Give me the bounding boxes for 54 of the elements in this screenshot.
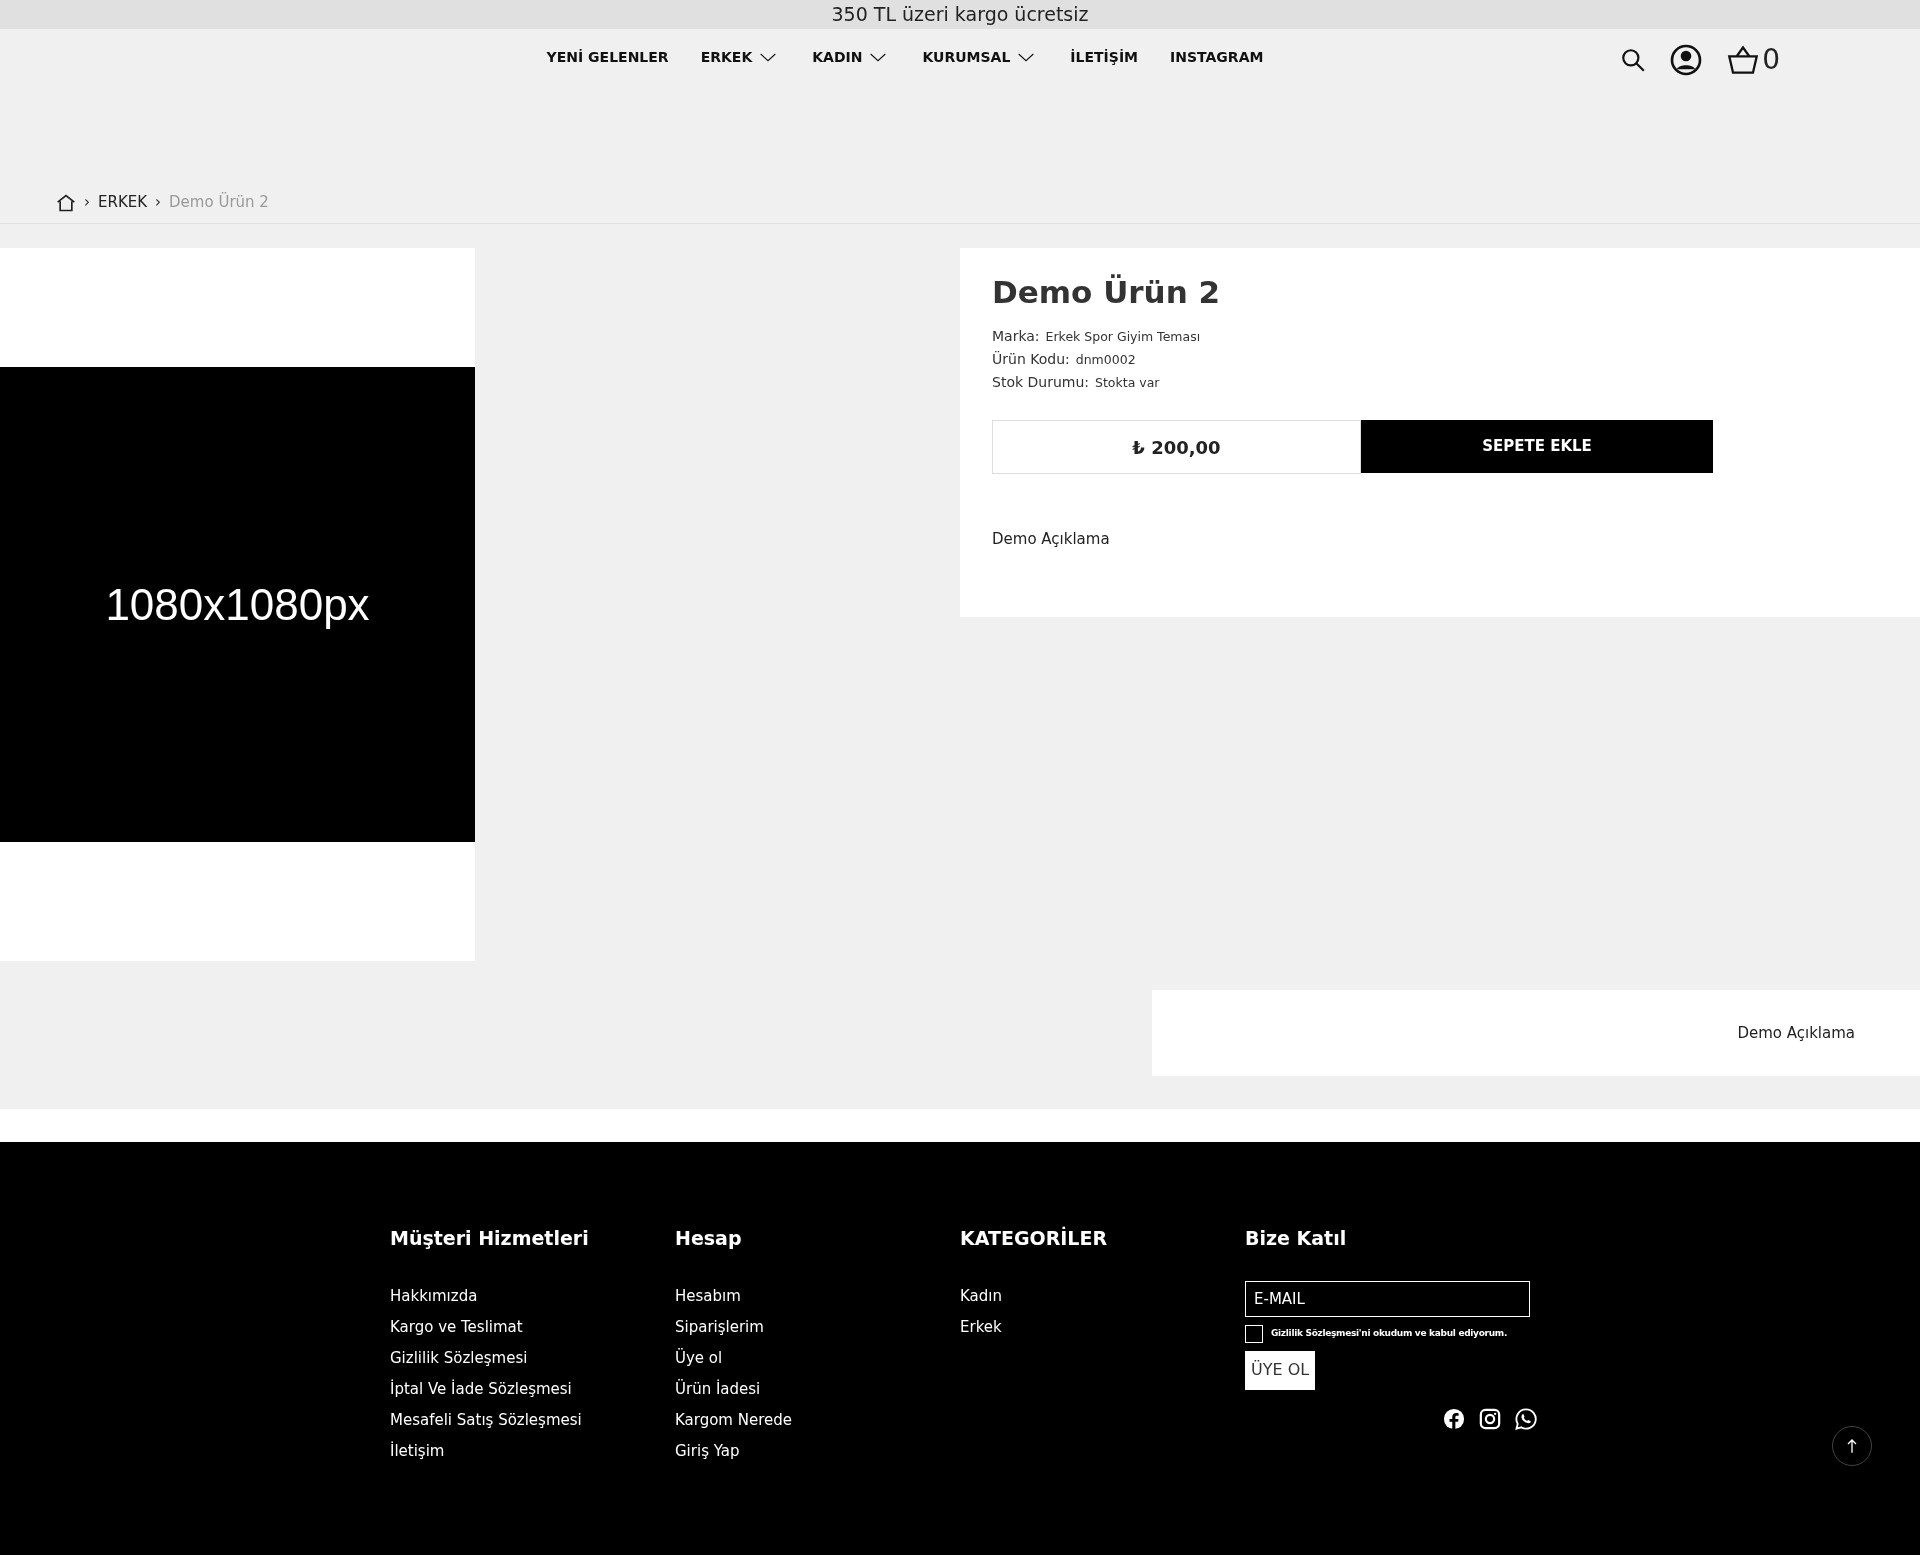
footer-link[interactable]: Gizlilik Sözleşmesi [390, 1342, 675, 1374]
breadcrumb-separator: › [155, 191, 162, 213]
nav-link[interactable]: ERKEK [700, 47, 781, 68]
cart-count: 0 [1762, 42, 1780, 78]
spec-label: Marka: [992, 328, 1040, 345]
product-title: Demo Ürün 2 [992, 274, 1222, 312]
footer-heading: Hesap [675, 1226, 743, 1251]
subscribe-button[interactable]: ÜYE OL [1245, 1350, 1316, 1390]
email-field[interactable]: E-MAIL [1245, 1280, 1530, 1317]
footer-link[interactable]: Kargo ve Teslimat [390, 1311, 675, 1343]
add-to-cart-button[interactable]: SEPETE EKLE [1361, 420, 1713, 474]
footer-heading: Bize Katıl [1245, 1226, 1348, 1251]
footer-link[interactable]: Ürün İadesi [675, 1373, 960, 1405]
search-icon[interactable] [1620, 47, 1647, 73]
basket-icon[interactable] [1726, 45, 1761, 75]
footer-link[interactable]: Siparişlerim [675, 1311, 960, 1343]
footer-link[interactable]: Hakkımızda [390, 1280, 675, 1312]
footer-heading: KATEGORİLER [960, 1225, 1109, 1251]
footer-link[interactable]: Kadın [960, 1280, 1245, 1312]
user-icon[interactable] [1670, 44, 1703, 76]
home-icon[interactable] [56, 193, 76, 213]
footer-link[interactable]: Kargom Nerede [675, 1404, 960, 1436]
product-description: Demo Açıklama [992, 529, 1111, 551]
footer-link[interactable]: Üye ol [675, 1342, 960, 1374]
spec-value: Stokta var [1095, 375, 1160, 391]
scroll-top-button[interactable] [1832, 1426, 1872, 1466]
spec-label: Stok Durumu: [992, 374, 1089, 391]
footer-heading: Müşteri Hizmetleri [390, 1226, 590, 1251]
nav-link[interactable]: KURUMSAL [922, 47, 1039, 68]
nav-link[interactable]: INSTAGRAM [1170, 47, 1264, 68]
consent-checkbox[interactable] [1245, 1324, 1263, 1343]
spec-value: dnm0002 [1075, 352, 1136, 368]
description-text: Demo Açıklama [1737, 1022, 1855, 1044]
announcement-text: 350 TL üzeri kargo ücretsiz [0, 0, 1920, 29]
footer-link[interactable]: İptal Ve İade Sözleşmesi [390, 1373, 675, 1405]
consent-text: Gizlilik Sözleşmesi'ni okudum ve kabul ediyorum. [1271, 1326, 1507, 1340]
image-size-text: 1080x1080px [105, 578, 370, 631]
footer-link[interactable]: Erkek [960, 1311, 1245, 1343]
spec-label: Ürün Kodu: [992, 351, 1070, 368]
facebook-icon[interactable] [1443, 1407, 1465, 1430]
breadcrumb-separator: › [84, 191, 90, 213]
price-box: ₺ 200,00 [992, 420, 1361, 475]
footer-link[interactable]: Mesafeli Satış Sözleşmesi [390, 1404, 675, 1436]
spec-value: Erkek Spor Giyim Teması [1045, 329, 1201, 345]
nav-link[interactable]: KADIN [812, 47, 891, 68]
nav-link[interactable]: YENİ GELENLER [546, 47, 669, 68]
footer-link[interactable]: Hesabım [675, 1280, 960, 1312]
breadcrumb-current: Demo Ürün 2 [169, 191, 269, 213]
instagram-icon[interactable] [1479, 1407, 1501, 1430]
breadcrumb-link[interactable]: ERKEK [98, 190, 148, 213]
footer-link[interactable]: İletişim [390, 1435, 675, 1467]
footer-link[interactable]: Giriş Yap [675, 1435, 960, 1467]
whatsapp-icon[interactable] [1515, 1407, 1537, 1430]
nav-link[interactable]: İLETİŞİM [1070, 47, 1139, 68]
